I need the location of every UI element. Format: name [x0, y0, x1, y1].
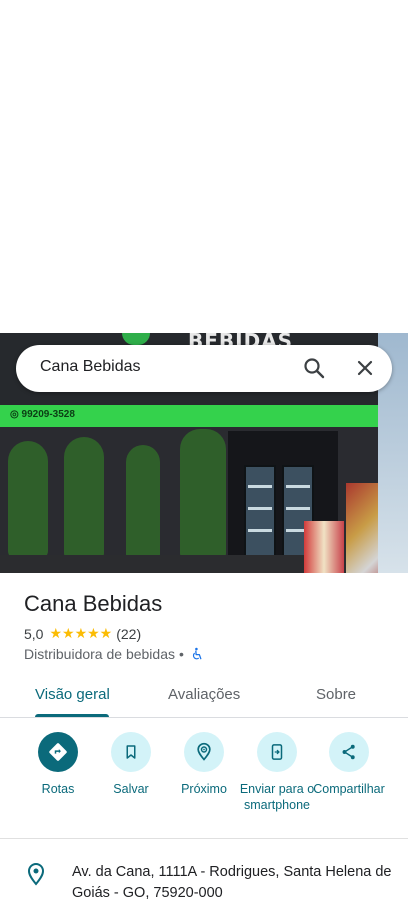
- plant: [64, 437, 104, 561]
- tab-reviews[interactable]: Avaliações: [168, 686, 240, 703]
- rating-value: 5,0: [24, 625, 44, 642]
- directions-button[interactable]: Rotas: [18, 732, 98, 797]
- tab-bar: Visão geral Avaliações Sobre: [0, 672, 408, 718]
- plant: [8, 441, 48, 559]
- whatsapp-icon: ◎: [10, 409, 22, 420]
- review-count[interactable]: (22): [116, 626, 141, 642]
- blank-map-area: [0, 0, 408, 333]
- share-button[interactable]: Compartilhar: [309, 732, 389, 797]
- merchandise: [304, 521, 344, 573]
- bookmark-icon: [111, 732, 151, 772]
- category-row: Distribuidora de bebidas •: [24, 646, 204, 662]
- wheelchair-accessible-icon[interactable]: [190, 647, 204, 661]
- action-bar: Rotas Salvar Próximo Enviar para o smart…: [0, 732, 408, 838]
- search-icon[interactable]: [302, 356, 326, 380]
- tab-about[interactable]: Sobre: [316, 686, 356, 703]
- active-tab-indicator: [35, 714, 109, 717]
- fridge: [244, 465, 276, 559]
- plant: [180, 429, 226, 561]
- send-to-phone-button[interactable]: Enviar para o smartphone: [237, 732, 317, 813]
- share-label: Compartilhar: [313, 782, 385, 796]
- star-rating: ★★★★★: [49, 625, 113, 641]
- address-text[interactable]: Av. da Cana, 1111A - Rodrigues, Santa He…: [72, 862, 392, 904]
- search-bar[interactable]: Cana Bebidas: [16, 345, 392, 392]
- nearby-label: Próximo: [181, 782, 227, 796]
- save-label: Salvar: [113, 782, 149, 796]
- separator-dot: •: [178, 646, 184, 662]
- share-icon: [329, 732, 369, 772]
- plant: [126, 445, 160, 561]
- divider: [0, 838, 408, 839]
- send-to-phone-icon: [257, 732, 297, 772]
- save-button[interactable]: Salvar: [91, 732, 171, 797]
- nearby-icon: [184, 732, 224, 772]
- place-title: Cana Bebidas: [24, 591, 163, 616]
- tab-overview[interactable]: Visão geral: [35, 686, 110, 703]
- send-to-phone-label: Enviar para o smartphone: [239, 782, 315, 812]
- rating-row[interactable]: 5,0 ★★★★★ (22): [24, 625, 141, 642]
- place-category[interactable]: Distribuidora de bebidas: [24, 646, 175, 662]
- directions-label: Rotas: [41, 782, 75, 796]
- search-input[interactable]: Cana Bebidas: [40, 358, 141, 376]
- nearby-button[interactable]: Próximo: [164, 732, 244, 797]
- directions-icon: [38, 732, 78, 772]
- location-pin-icon: [27, 863, 45, 886]
- photo-phone-text: ◎ 99209-3528: [10, 409, 75, 420]
- close-icon[interactable]: [353, 356, 377, 380]
